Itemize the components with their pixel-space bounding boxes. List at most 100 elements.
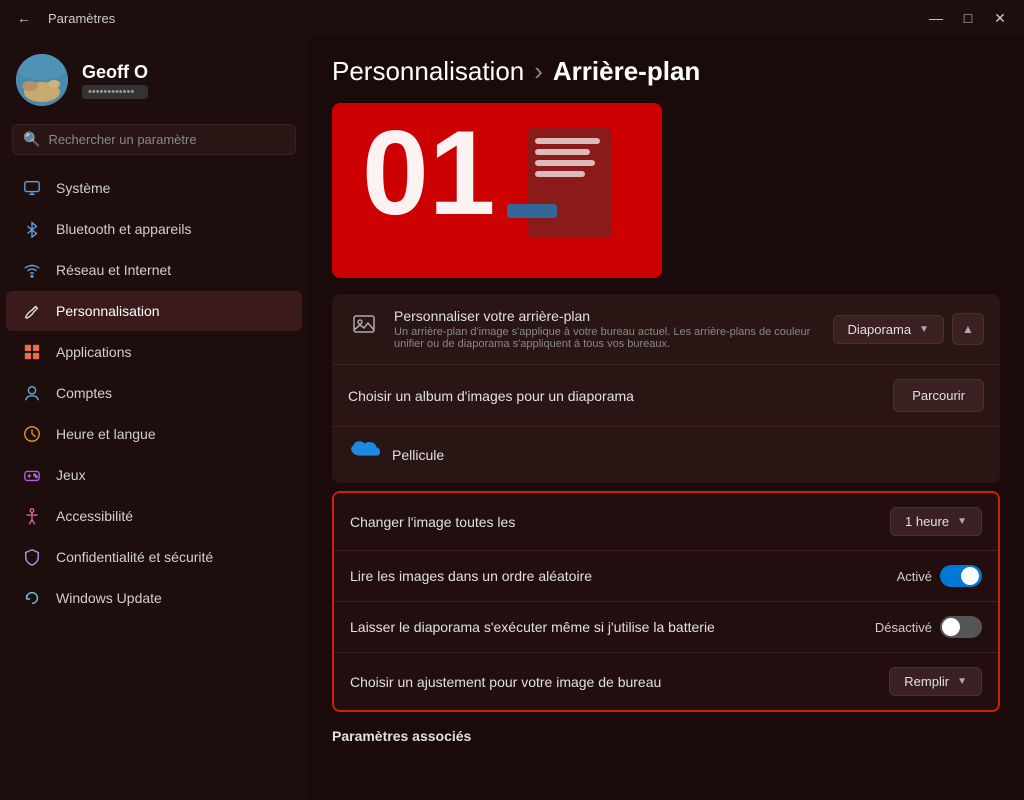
- lire-status: Activé: [897, 569, 932, 584]
- laisser-toggle[interactable]: [940, 616, 982, 638]
- onedrive-label: Pellicule: [392, 447, 444, 463]
- sidebar-label-heure: Heure et langue: [56, 426, 156, 442]
- choisir-label: Choisir un ajustement pour votre image d…: [350, 674, 661, 690]
- row-choisir: Choisir un ajustement pour votre image d…: [334, 653, 998, 710]
- nav-list: Système Bluetooth et appareils Réseau et…: [0, 167, 308, 619]
- sidebar-label-personnalisation: Personnalisation: [56, 303, 160, 319]
- wallpaper-number: 01: [362, 113, 495, 233]
- personnaliser-desc: Un arrière-plan d'image s'applique à vot…: [394, 326, 824, 350]
- search-icon: 🔍: [23, 131, 40, 148]
- sidebar-item-heure[interactable]: Heure et langue: [6, 414, 302, 454]
- laisser-status: Désactivé: [875, 620, 932, 635]
- sidebar-item-reseau[interactable]: Réseau et Internet: [6, 250, 302, 290]
- title-bar-title: Paramètres: [48, 11, 115, 26]
- user-icon: [22, 383, 42, 403]
- chevron-down-icon: ▼: [919, 324, 929, 335]
- row-laisser: Laisser le diaporama s'exécuter même si …: [334, 602, 998, 653]
- sidebar-item-comptes[interactable]: Comptes: [6, 373, 302, 413]
- row-personnaliser-text: Personnaliser votre arrière-plan Un arri…: [394, 308, 824, 350]
- breadcrumb-parent: Personnalisation: [332, 56, 524, 87]
- parametres-associes-title: Paramètres associés: [332, 728, 1000, 744]
- sidebar-label-windows-update: Windows Update: [56, 590, 162, 606]
- personnaliser-dropdown[interactable]: Diaporama ▼: [833, 315, 945, 344]
- back-button[interactable]: ←: [12, 6, 36, 30]
- choisir-dropdown[interactable]: Remplir ▼: [889, 667, 982, 696]
- chevron-down-icon-2: ▼: [957, 516, 967, 527]
- avatar: [16, 54, 68, 106]
- user-info: Geoff O ••••••••••••: [82, 62, 148, 99]
- row-choisir-right: Remplir ▼: [889, 667, 982, 696]
- lire-toggle[interactable]: [940, 565, 982, 587]
- sidebar-item-jeux[interactable]: Jeux: [6, 455, 302, 495]
- row-changer-right: 1 heure ▼: [890, 507, 982, 536]
- wp-line-1: [535, 138, 600, 144]
- sidebar-label-jeux: Jeux: [56, 467, 86, 483]
- shield-icon: [22, 547, 42, 567]
- wp-line-3: [535, 160, 595, 166]
- sidebar-item-systeme[interactable]: Système: [6, 168, 302, 208]
- sidebar-item-windows-update[interactable]: Windows Update: [6, 578, 302, 618]
- monitor-icon: [22, 178, 42, 198]
- row-lire-right: Activé: [897, 565, 982, 587]
- main-layout: Geoff O •••••••••••• 🔍 Système: [0, 36, 1024, 800]
- accessibility-icon: [22, 506, 42, 526]
- sidebar-label-confidentialite: Confidentialité et sécurité: [56, 549, 213, 565]
- search-input[interactable]: [48, 132, 285, 147]
- brush-icon: [22, 301, 42, 321]
- user-account: ••••••••••••: [82, 85, 148, 99]
- parcourir-button[interactable]: Parcourir: [893, 379, 984, 412]
- group-personnaliser: Personnaliser votre arrière-plan Un arri…: [332, 294, 1000, 483]
- sidebar-item-bluetooth[interactable]: Bluetooth et appareils: [6, 209, 302, 249]
- title-bar: ← Paramètres — □ ✕: [0, 0, 1024, 36]
- minimize-button[interactable]: —: [924, 6, 948, 30]
- changer-label: Changer l'image toutes les: [350, 514, 515, 530]
- chevron-down-icon-3: ▼: [957, 676, 967, 687]
- user-section[interactable]: Geoff O ••••••••••••: [0, 36, 308, 120]
- sidebar-item-confidentialite[interactable]: Confidentialité et sécurité: [6, 537, 302, 577]
- title-bar-controls: — □ ✕: [924, 6, 1012, 30]
- maximize-button[interactable]: □: [956, 6, 980, 30]
- user-name: Geoff O: [82, 62, 148, 83]
- breadcrumb-current: Arrière-plan: [553, 56, 700, 87]
- page-header: Personnalisation › Arrière-plan: [332, 56, 1000, 87]
- expand-button[interactable]: ▲: [952, 313, 984, 345]
- sidebar-label-reseau: Réseau et Internet: [56, 262, 171, 278]
- wp-badge: [507, 204, 557, 218]
- wifi-icon: [22, 260, 42, 280]
- breadcrumb-sep: ›: [534, 56, 543, 87]
- sidebar-label-bluetooth: Bluetooth et appareils: [56, 221, 191, 237]
- group-options: Changer l'image toutes les 1 heure ▼ Lir…: [332, 491, 1000, 712]
- sidebar-label-accessibilite: Accessibilité: [56, 508, 133, 524]
- sidebar-label-applications: Applications: [56, 344, 132, 360]
- laisser-label: Laisser le diaporama s'exécuter même si …: [350, 619, 715, 635]
- close-button[interactable]: ✕: [988, 6, 1012, 30]
- row-personnaliser-left: Personnaliser votre arrière-plan Un arri…: [348, 308, 824, 350]
- lire-label: Lire les images dans un ordre aléatoire: [350, 568, 592, 584]
- row-laisser-right: Désactivé: [875, 616, 982, 638]
- row-onedrive: Pellicule: [332, 427, 1000, 483]
- apps-icon: [22, 342, 42, 362]
- sidebar-label-systeme: Système: [56, 180, 110, 196]
- sidebar: Geoff O •••••••••••• 🔍 Système: [0, 36, 308, 800]
- refresh-icon: [22, 588, 42, 608]
- content-area: Personnalisation › Arrière-plan 01: [308, 36, 1024, 800]
- clock-icon: [22, 424, 42, 444]
- title-bar-left: ← Paramètres: [12, 6, 115, 30]
- changer-dropdown[interactable]: 1 heure ▼: [890, 507, 982, 536]
- row-changer: Changer l'image toutes les 1 heure ▼: [334, 493, 998, 551]
- sidebar-label-comptes: Comptes: [56, 385, 112, 401]
- row-album: Choisir un album d'images pour un diapor…: [332, 365, 1000, 427]
- chevron-up-icon: ▲: [962, 322, 974, 336]
- bluetooth-icon: [22, 219, 42, 239]
- sidebar-item-personnalisation[interactable]: Personnalisation: [6, 291, 302, 331]
- personnaliser-title: Personnaliser votre arrière-plan: [394, 308, 824, 324]
- row-lire: Lire les images dans un ordre aléatoire …: [334, 551, 998, 602]
- wallpaper-card: [527, 128, 612, 238]
- sidebar-item-accessibilite[interactable]: Accessibilité: [6, 496, 302, 536]
- album-label: Choisir un album d'images pour un diapor…: [348, 388, 634, 404]
- wallpaper-preview: 01: [332, 103, 662, 278]
- sidebar-item-applications[interactable]: Applications: [6, 332, 302, 372]
- search-box[interactable]: 🔍: [12, 124, 296, 155]
- row-personnaliser: Personnaliser votre arrière-plan Un arri…: [332, 294, 1000, 365]
- wp-line-4: [535, 171, 585, 177]
